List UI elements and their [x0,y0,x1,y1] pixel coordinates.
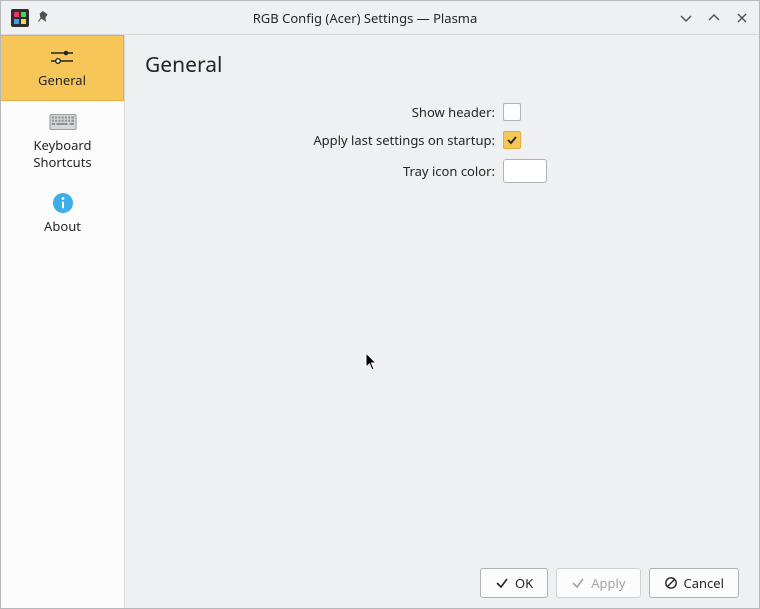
minimize-button[interactable] [679,11,693,25]
sidebar-item-keyboard-shortcuts[interactable]: Keyboard Shortcuts [1,101,124,182]
pin-icon[interactable] [37,11,51,25]
cancel-button-label: Cancel [684,574,724,592]
cancel-button[interactable]: Cancel [649,568,739,598]
settings-form: Show header: Apply last settings on star… [145,103,739,183]
label-show-header: Show header: [145,103,495,121]
label-apply-last: Apply last settings on startup: [145,131,495,149]
settings-window: RGB Config (Acer) Settings — Plasma [0,0,760,609]
cancel-icon [664,576,678,590]
check-icon [571,576,585,590]
titlebar: RGB Config (Acer) Settings — Plasma [1,1,759,35]
ok-button[interactable]: OK [480,568,548,598]
label-tray-color: Tray icon color: [145,162,495,180]
checkbox-apply-last[interactable] [503,131,521,149]
sidebar-item-label: General [38,72,86,88]
row-show-header: Show header: [145,103,739,121]
ok-button-label: OK [515,574,533,592]
color-picker-tray[interactable] [503,159,547,183]
spacer [145,183,739,558]
sliders-icon [48,46,76,68]
sidebar-item-label: Keyboard Shortcuts [7,137,118,170]
sidebar-item-general[interactable]: General [1,35,124,101]
sidebar-item-about[interactable]: About [1,182,124,246]
apply-button-label: Apply [591,574,625,592]
check-icon [495,576,509,590]
row-tray-color: Tray icon color: [145,159,739,183]
page-title: General [145,51,739,79]
window-controls [679,11,749,25]
maximize-button[interactable] [707,11,721,25]
main-panel: General Show header: Apply last settings… [125,35,759,608]
app-icon [11,9,29,27]
close-button[interactable] [735,11,749,25]
button-bar: OK Apply Cancel [145,558,739,598]
info-icon [49,192,77,214]
sidebar: General Keyboard Shortcuts [1,35,125,608]
checkbox-show-header[interactable] [503,103,521,121]
row-apply-last: Apply last settings on startup: [145,131,739,149]
keyboard-icon [49,111,77,133]
window-body: General Keyboard Shortcuts [1,35,759,608]
window-title: RGB Config (Acer) Settings — Plasma [59,9,671,27]
sidebar-item-label: About [44,218,81,234]
apply-button: Apply [556,568,640,598]
